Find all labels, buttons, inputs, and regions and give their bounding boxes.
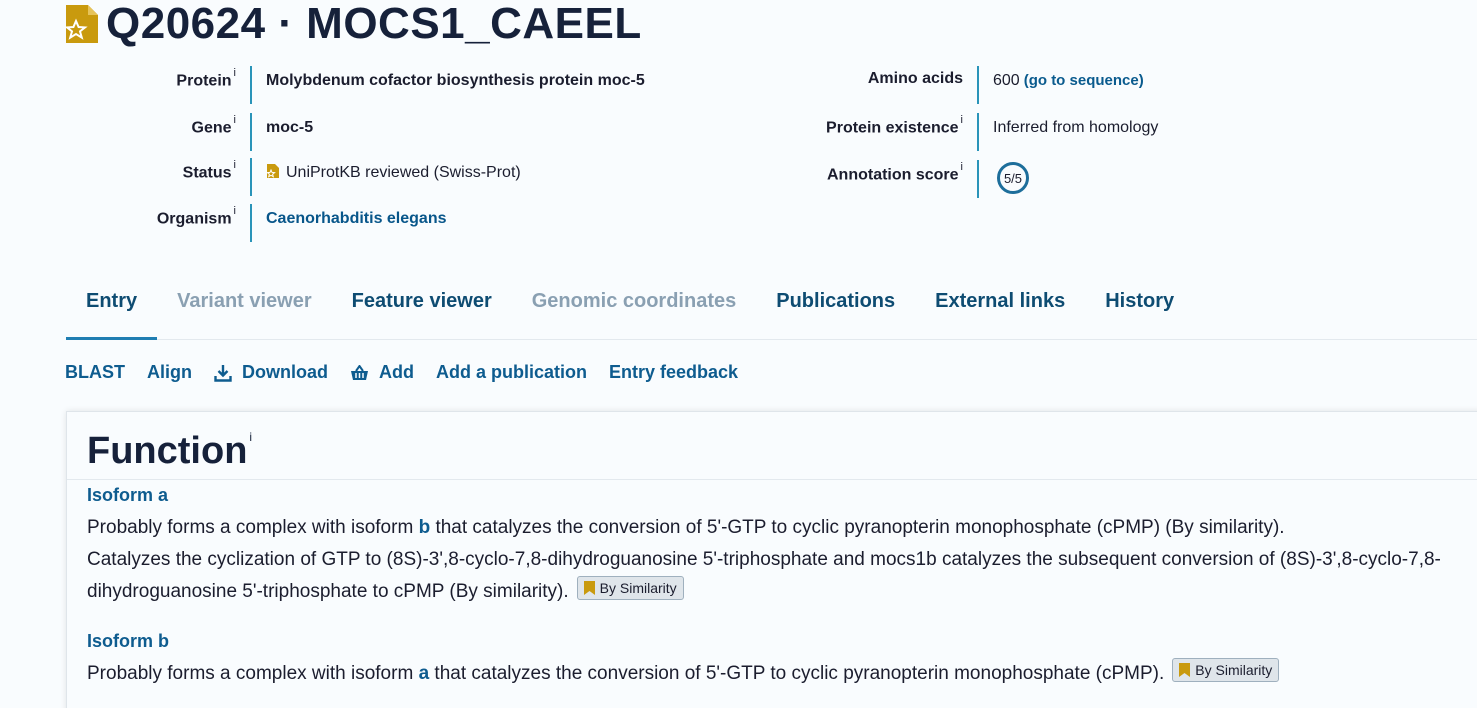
organism-label: Organism i xyxy=(156,205,236,228)
protein-existence-label: Protein existence i xyxy=(826,114,963,137)
download-button[interactable]: Download xyxy=(214,362,328,383)
basket-icon xyxy=(351,364,368,380)
isoform-a-text-1: Probably forms a complex with isoform b … xyxy=(87,517,1285,538)
isoform-a-heading: Isoform a xyxy=(87,485,169,505)
reviewed-icon xyxy=(266,164,279,178)
divider xyxy=(67,479,1477,480)
info-icon[interactable]: i xyxy=(234,205,236,217)
tab-variant-viewer[interactable]: Variant viewer xyxy=(157,280,332,340)
info-icon[interactable]: i xyxy=(234,114,236,126)
bookmark-icon xyxy=(1179,663,1191,677)
protein-label: Protein i xyxy=(176,67,236,90)
amino-acids-value: 600 (go to sequence) xyxy=(993,72,1144,89)
tab-feature-viewer[interactable]: Feature viewer xyxy=(332,280,512,340)
entry-tabs: Entry Variant viewer Feature viewer Geno… xyxy=(66,280,1477,340)
status-value: UniProtKB reviewed (Swiss-Prot) xyxy=(252,158,521,196)
download-icon xyxy=(214,364,232,382)
bookmark-icon xyxy=(583,581,595,595)
info-icon[interactable]: i xyxy=(961,161,963,173)
tab-history[interactable]: History xyxy=(1085,280,1194,340)
info-icon[interactable]: i xyxy=(961,114,963,126)
isoform-b-heading: Isoform b xyxy=(87,631,170,651)
gene-value: moc-5 xyxy=(266,119,314,136)
entry-header: Q20624 · MOCS1_CAEEL xyxy=(64,0,642,48)
align-button[interactable]: Align xyxy=(147,362,192,383)
amino-acids-label: Amino acids xyxy=(867,70,963,87)
tab-publications[interactable]: Publications xyxy=(756,280,915,340)
tab-external-links[interactable]: External links xyxy=(915,280,1085,340)
status-label: Status i xyxy=(182,159,236,182)
protein-row: Protein i Molybdenum cofactor biosynthesi… xyxy=(80,66,645,104)
blast-button[interactable]: BLAST xyxy=(65,362,125,383)
add-to-basket-button[interactable]: Add xyxy=(350,362,414,383)
organism-row: Organism i Caenorhabditis elegans xyxy=(80,204,447,242)
page-title: Q20624 · MOCS1_CAEEL xyxy=(106,0,642,48)
entry-feedback-button[interactable]: Entry feedback xyxy=(609,362,738,383)
entry-toolbar: BLAST Align Download Add Add a publicati… xyxy=(65,362,760,383)
info-icon[interactable]: i xyxy=(234,67,236,79)
annotation-score-row: Annotation score i 5/5 xyxy=(760,160,1029,198)
protein-existence-row: Protein existence i Inferred from homolog… xyxy=(760,113,1158,151)
reviewed-doc-icon xyxy=(64,5,98,43)
gene-label: Gene i xyxy=(191,114,236,137)
gene-row: Gene i moc-5 xyxy=(80,113,313,151)
add-publication-button[interactable]: Add a publication xyxy=(436,362,587,383)
annotation-score-value: 5/5 xyxy=(979,160,1029,198)
evidence-tag[interactable]: By Similarity xyxy=(576,576,684,600)
annotation-score-label: Annotation score i xyxy=(826,161,963,184)
tab-genomic-coordinates[interactable]: Genomic coordinates xyxy=(512,280,757,340)
function-card: Function i Isoform a Probably forms a com… xyxy=(66,411,1477,708)
info-icon[interactable]: i xyxy=(234,159,236,171)
protein-existence-value: Inferred from homology xyxy=(993,119,1159,136)
evidence-tag[interactable]: By Similarity xyxy=(1172,658,1280,682)
go-to-sequence-link[interactable]: (go to sequence) xyxy=(1024,72,1144,89)
protein-value: Molybdenum cofactor biosynthesis protein… xyxy=(266,72,645,89)
amino-acids-row: Amino acids 600 (go to sequence) xyxy=(760,66,1144,104)
info-icon[interactable]: i xyxy=(249,430,252,444)
annotation-score-badge: 5/5 xyxy=(997,162,1029,194)
isoform-a-text-2: Catalyzes the cyclization of GTP to (8S)… xyxy=(87,549,1441,602)
isoform-a-link[interactable]: a xyxy=(419,663,430,684)
organism-link[interactable]: Caenorhabditis elegans xyxy=(252,204,447,242)
tab-entry[interactable]: Entry xyxy=(66,280,158,340)
status-row: Status i UniProtKB reviewed (Swiss-Prot) xyxy=(80,158,521,196)
function-title: Function i xyxy=(87,430,253,472)
entry-page: Q20624 · MOCS1_CAEEL Protein i Molybdenum… xyxy=(0,0,1477,708)
isoform-b-text-1: Probably forms a complex with isoform a … xyxy=(87,658,1447,690)
isoform-b-link[interactable]: b xyxy=(419,517,431,538)
